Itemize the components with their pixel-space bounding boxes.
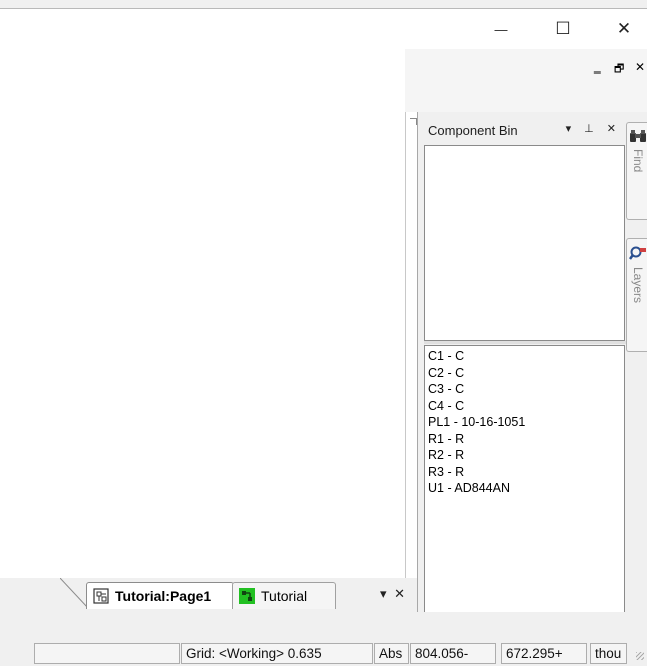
splitter-corner-icon bbox=[410, 118, 417, 125]
tab-label: Tutorial bbox=[261, 588, 308, 604]
tab-find[interactable]: Find bbox=[626, 122, 647, 220]
mdi-restore-icon: 🗗 bbox=[614, 63, 625, 75]
tab-layers[interactable]: Layers bbox=[626, 238, 647, 352]
mdi-close-icon: ✕ bbox=[635, 60, 646, 74]
component-bin-header: Component Bin ▾ ⊥ ✕ bbox=[424, 118, 627, 142]
tab-label: Tutorial:Page1 bbox=[115, 588, 212, 604]
list-item[interactable]: C1 - C bbox=[428, 348, 624, 365]
schematic-icon bbox=[93, 588, 109, 604]
list-item[interactable]: C3 - C bbox=[428, 381, 624, 398]
mdi-minimize-icon: ‗ bbox=[594, 60, 601, 74]
layers-icon bbox=[629, 246, 646, 260]
close-icon: ✕ bbox=[616, 19, 632, 38]
tab-tutorial-page1[interactable]: Tutorial:Page1 bbox=[86, 582, 234, 609]
maximize-button[interactable]: ☐ bbox=[540, 9, 586, 49]
mdi-minimize-button[interactable]: ‗ bbox=[594, 60, 601, 74]
status-empty-field bbox=[34, 643, 180, 664]
mdi-close-button[interactable]: ✕ bbox=[635, 60, 645, 74]
list-item[interactable]: R1 - R bbox=[428, 431, 624, 448]
list-item[interactable]: C2 - C bbox=[428, 365, 624, 382]
pcb-icon bbox=[239, 588, 255, 604]
list-item[interactable]: C4 - C bbox=[428, 398, 624, 415]
status-abs[interactable]: Abs bbox=[374, 643, 409, 664]
maximize-icon: ☐ bbox=[555, 19, 571, 38]
list-item[interactable]: PL1 - 10-16-1051 bbox=[428, 414, 624, 431]
list-item[interactable]: R3 - R bbox=[428, 464, 624, 481]
component-bin-divider[interactable] bbox=[424, 341, 627, 344]
minimize-button[interactable]: — bbox=[478, 9, 524, 49]
binoculars-icon bbox=[630, 130, 646, 142]
tab-layers-label: Layers bbox=[631, 267, 645, 304]
panel-splitter[interactable] bbox=[417, 112, 418, 612]
tab-find-label: Find bbox=[631, 149, 645, 173]
design-canvas[interactable] bbox=[0, 49, 405, 612]
status-units[interactable]: thou bbox=[590, 643, 627, 664]
status-x-coordinate: 804.056- bbox=[410, 643, 496, 664]
mdi-bar bbox=[405, 49, 647, 112]
component-bin-title: Component Bin bbox=[428, 122, 518, 138]
component-bin-list[interactable]: C1 - C C2 - C C3 - C C4 - C PL1 - 10-16-… bbox=[424, 345, 625, 612]
minimize-icon: — bbox=[494, 21, 508, 37]
component-bin-folders[interactable] bbox=[424, 145, 625, 341]
list-item[interactable]: R2 - R bbox=[428, 447, 624, 464]
tab-strip-controls[interactable]: ▾ ✕ bbox=[380, 586, 407, 602]
status-grid[interactable]: Grid: <Working> 0.635 bbox=[181, 643, 373, 664]
mdi-restore-button[interactable]: 🗗 bbox=[614, 60, 624, 79]
resize-grip-icon[interactable] bbox=[636, 652, 644, 660]
close-button[interactable]: ✕ bbox=[601, 9, 647, 49]
status-y-coordinate: 672.295+ bbox=[501, 643, 587, 664]
list-item[interactable]: U1 - AD844AN bbox=[428, 480, 624, 497]
component-bin-controls[interactable]: ▾ ⊥ ✕ bbox=[566, 122, 621, 135]
tab-tutorial-pcb[interactable]: Tutorial bbox=[232, 582, 336, 609]
